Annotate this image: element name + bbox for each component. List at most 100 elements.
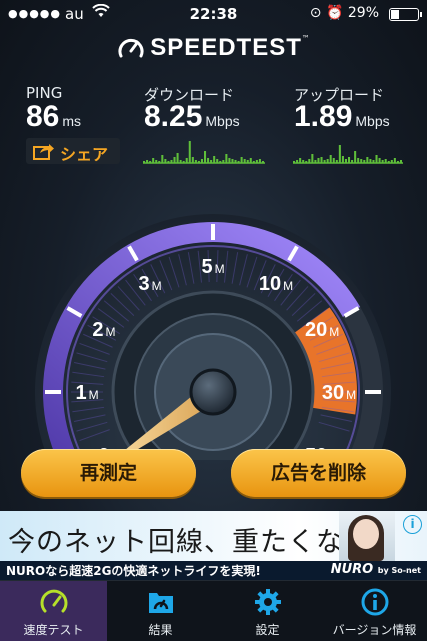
tab-label: 速度テスト xyxy=(23,623,84,637)
ad-model-photo xyxy=(339,511,395,561)
graph-bar xyxy=(354,151,357,163)
graph-bar xyxy=(243,159,246,163)
share-label: シェア xyxy=(60,145,109,164)
alarm-icon: ⏰ xyxy=(325,5,344,21)
graph-bar xyxy=(237,161,240,163)
graph-bar xyxy=(344,159,347,163)
ad-headline: 今のネット回線、重たくない? xyxy=(8,527,388,558)
ping-number: 86 xyxy=(26,100,60,133)
graph-bar xyxy=(296,160,299,163)
download-unit: Mbps xyxy=(205,113,240,129)
graph-bar xyxy=(185,158,188,163)
graph-bar xyxy=(222,160,225,163)
graph-bar xyxy=(335,160,338,163)
ad-brand: NURO by So-net xyxy=(331,562,421,577)
share-button[interactable]: シェア xyxy=(26,138,120,164)
app-title: SPEEDTEST xyxy=(150,34,302,61)
graph-bar xyxy=(293,161,296,163)
graph-bar xyxy=(384,159,387,163)
info-icon xyxy=(361,588,388,616)
graph-bar xyxy=(188,141,191,163)
graph-bar xyxy=(191,157,194,163)
graph-bar xyxy=(363,160,366,163)
upload-value: 1.89 Mbps xyxy=(294,100,390,134)
graph-bar xyxy=(393,158,396,163)
graph-bar xyxy=(149,161,152,163)
graph-bar xyxy=(390,160,393,163)
speedometer-icon xyxy=(40,589,67,613)
speedometer-logo-icon xyxy=(118,38,144,58)
graph-bar xyxy=(302,160,305,163)
ad-image: 今のネット回線、重たくない? i xyxy=(0,511,427,561)
graph-bar xyxy=(210,160,213,163)
ping-unit: ms xyxy=(62,113,82,129)
graph-bar xyxy=(261,161,264,163)
ad-brand-suffix: by So-net xyxy=(377,566,421,575)
graph-bar xyxy=(329,155,332,163)
trademark: ™ xyxy=(301,34,310,43)
battery-percent: 29% xyxy=(347,5,379,21)
ad-banner[interactable]: 今のネット回線、重たくない? i NUROなら超速2Gの快適ネットライフを実現!… xyxy=(0,511,427,580)
graph-bar xyxy=(182,161,185,163)
graph-bar xyxy=(170,160,173,163)
graph-bar xyxy=(194,160,197,163)
graph-bar xyxy=(240,157,243,163)
graph-bar xyxy=(305,161,308,163)
remove-ads-button[interactable]: 広告を削除 xyxy=(231,449,406,497)
upload-unit: Mbps xyxy=(355,113,390,129)
ad-info-icon[interactable]: i xyxy=(403,515,422,534)
graph-bar xyxy=(173,157,176,163)
tab-speed-test[interactable]: 速度テスト xyxy=(0,581,107,641)
download-value: 8.25 Mbps xyxy=(144,100,240,134)
graph-bar xyxy=(255,160,258,163)
graph-bar xyxy=(225,154,228,163)
upload-graph xyxy=(293,145,403,164)
graph-bar xyxy=(375,155,378,163)
graph-bar xyxy=(396,161,399,163)
graph-bar xyxy=(372,160,375,163)
tab-settings[interactable]: 設定 xyxy=(214,581,321,641)
graph-bar xyxy=(164,159,167,163)
graph-bar xyxy=(161,155,164,163)
graph-bar xyxy=(213,156,216,163)
tab-version-info[interactable]: バージョン情報 xyxy=(321,581,427,641)
download-number: 8.25 xyxy=(144,100,203,133)
results-icon xyxy=(148,593,173,613)
graph-bar xyxy=(246,160,249,163)
graph-bar xyxy=(320,157,323,163)
graph-bar xyxy=(146,160,149,163)
graph-bar xyxy=(366,157,369,163)
ad-subtext: NUROなら超速2Gの快適ネットライフを実現! xyxy=(6,564,261,578)
graph-bar xyxy=(158,161,161,163)
graph-bar xyxy=(387,161,390,163)
tab-label: 設定 xyxy=(255,623,280,637)
battery-icon xyxy=(389,8,422,21)
graph-bar xyxy=(143,161,146,163)
upload-number: 1.89 xyxy=(294,100,353,133)
tab-results[interactable]: 結果 xyxy=(107,581,214,641)
graph-bar xyxy=(228,158,231,163)
retest-button[interactable]: 再測定 xyxy=(21,449,196,497)
graph-bar xyxy=(317,158,320,163)
gear-icon xyxy=(254,589,281,615)
graph-bar xyxy=(314,160,317,163)
graph-bar xyxy=(381,160,384,163)
graph-bar xyxy=(152,158,155,163)
speed-gauge: 01M2M3M5M10M20M30M50M xyxy=(35,214,391,460)
graph-bar xyxy=(357,158,360,163)
graph-bar xyxy=(207,158,210,163)
graph-bar xyxy=(234,160,237,163)
graph-bar xyxy=(155,160,158,163)
graph-bar xyxy=(311,154,314,163)
graph-bar xyxy=(360,159,363,163)
graph-bar xyxy=(252,161,255,163)
graph-bar xyxy=(308,159,311,163)
graph-bar xyxy=(200,159,203,163)
graph-bar xyxy=(167,161,170,163)
graph-bar xyxy=(399,160,402,163)
orientation-lock-icon: ⊙ xyxy=(309,5,322,21)
ping-value: 86 ms xyxy=(26,100,81,134)
status-right: ⊙ ⏰ 29% xyxy=(310,5,379,21)
share-icon xyxy=(33,144,54,160)
graph-bar xyxy=(341,156,344,163)
